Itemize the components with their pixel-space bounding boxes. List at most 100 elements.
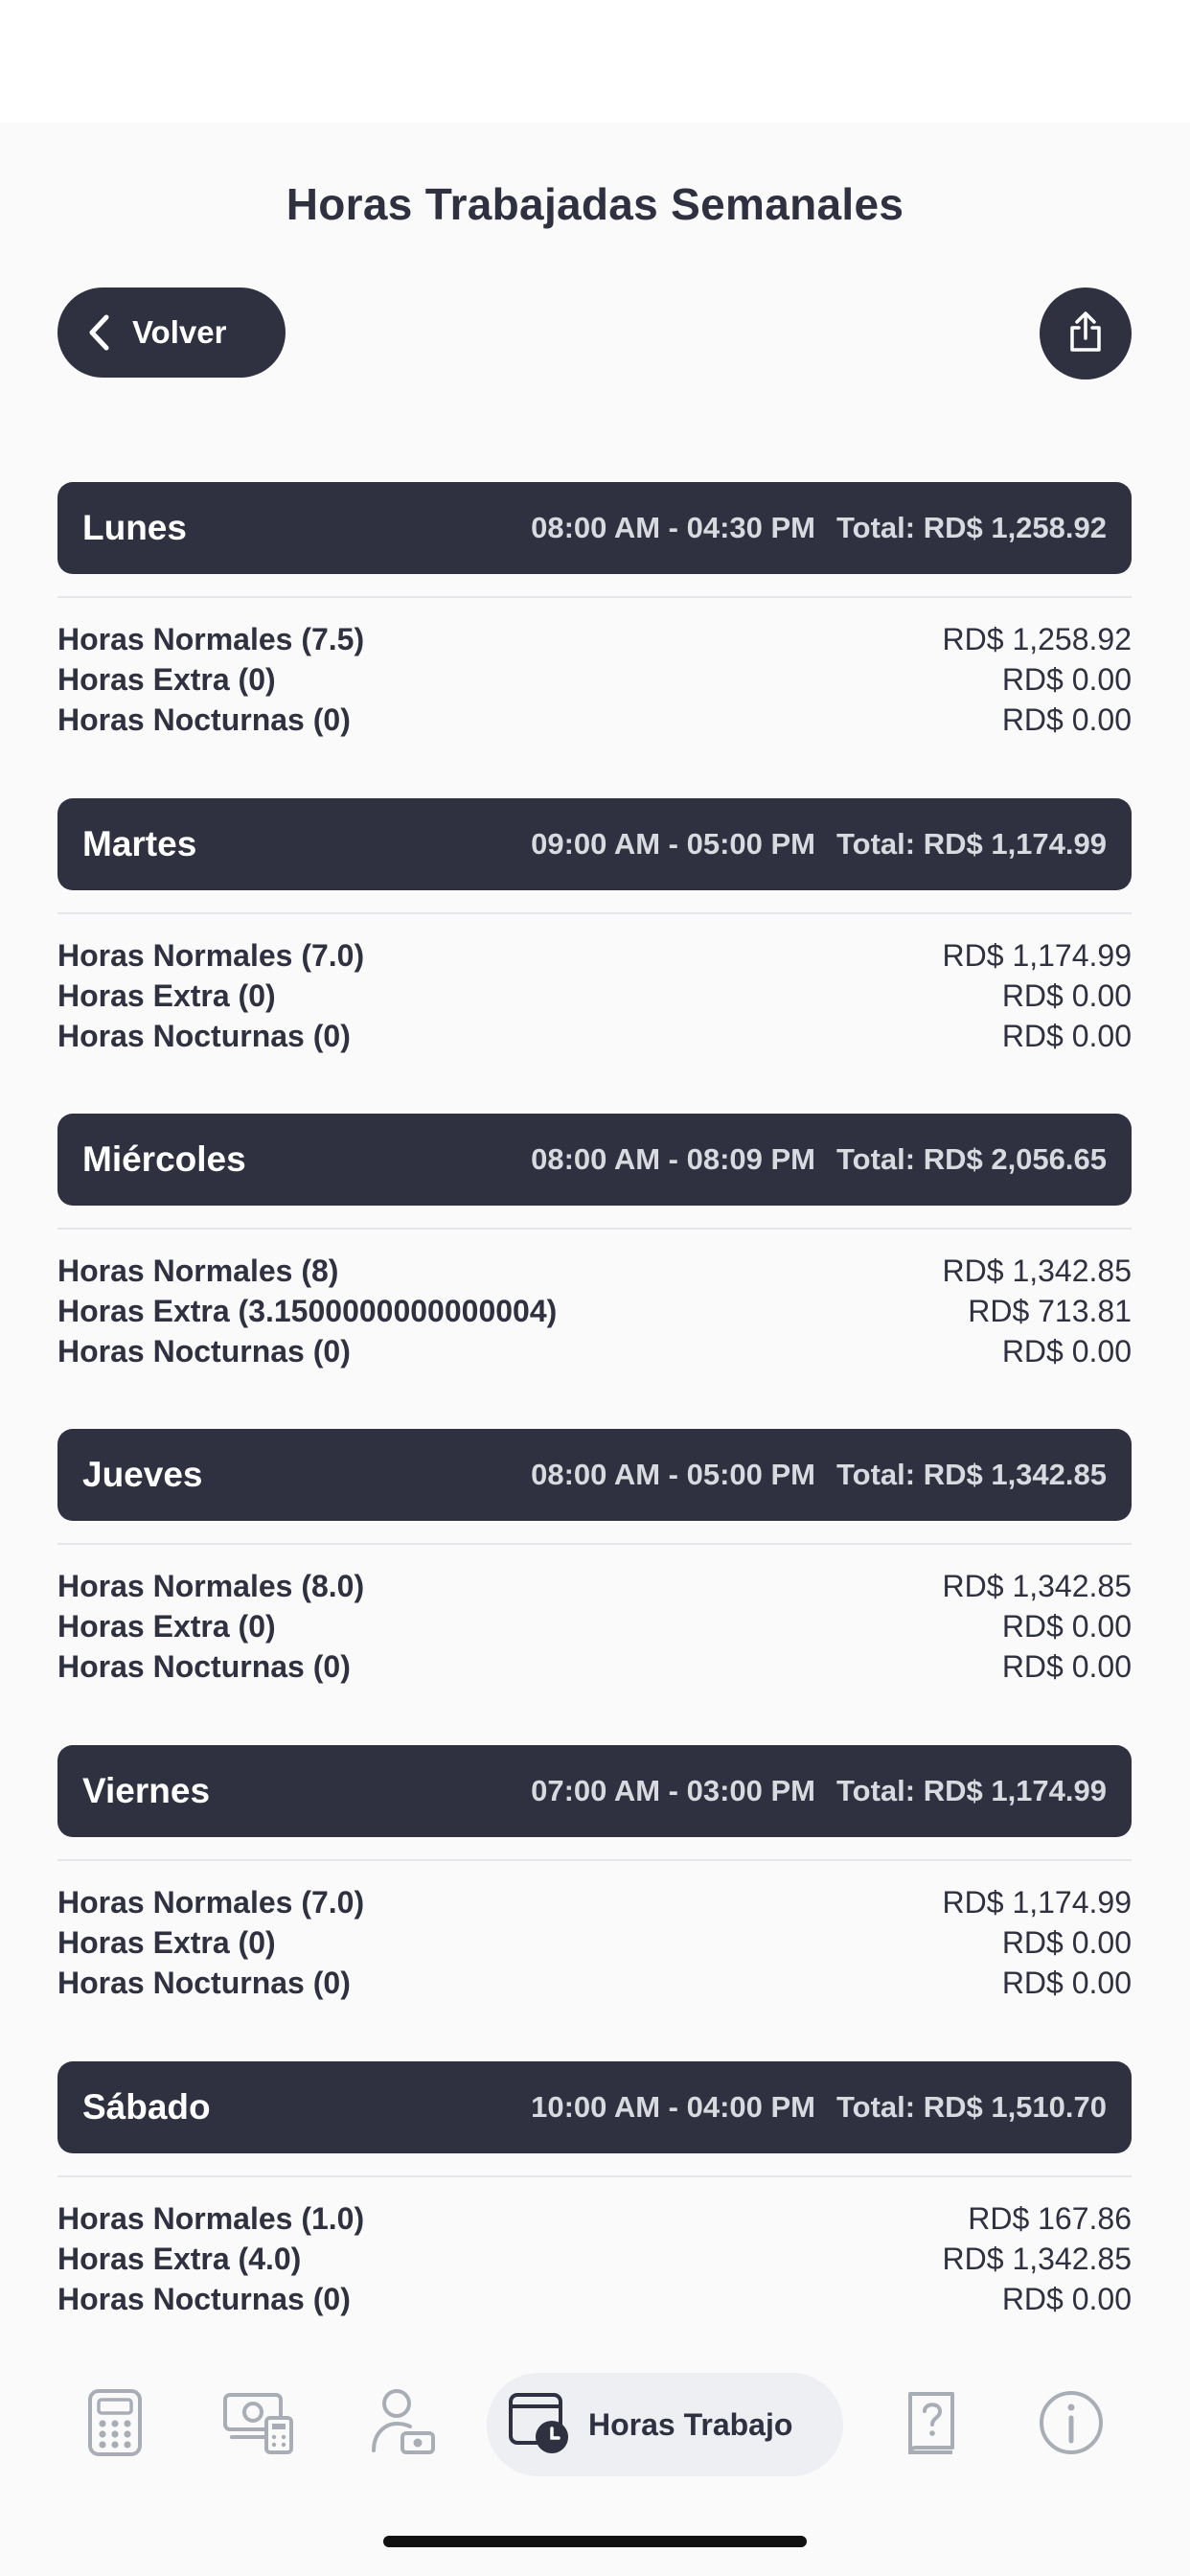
help-book-icon — [903, 2388, 960, 2462]
list-item: Horas Extra (0) RD$ 0.00 — [57, 659, 1132, 700]
divider — [57, 2175, 1132, 2177]
list-item: Horas Extra (0) RD$ 0.00 — [57, 1606, 1132, 1646]
share-button[interactable] — [1040, 288, 1132, 380]
list-item: Horas Normales (7.0) RD$ 1,174.99 — [57, 935, 1132, 976]
line-amount: RD$ 1,342.85 — [942, 1568, 1132, 1603]
list-item: Horas Extra (0) RD$ 0.00 — [57, 1922, 1132, 1963]
page-title: Horas Trabajadas Semanales — [286, 179, 904, 229]
divider — [57, 1543, 1132, 1545]
day-hours: 09:00 AM - 05:00 PM — [531, 827, 816, 861]
line-label: Horas Extra (0) — [57, 978, 276, 1013]
list-item: Horas Normales (7.5) RD$ 1,258.92 — [57, 619, 1132, 659]
line-amount: RD$ 1,342.85 — [942, 2241, 1132, 2276]
day-header-viernes: Viernes 07:00 AM - 03:00 PM Total: RD$ 1… — [57, 1745, 1132, 1837]
line-amount: RD$ 0.00 — [1001, 2281, 1132, 2316]
day-header-sabado: Sábado 10:00 AM - 04:00 PM Total: RD$ 1,… — [57, 2061, 1132, 2153]
nav-horas-trabajo[interactable]: Horas Trabajo — [487, 2373, 843, 2476]
line-label: Horas Normales (8) — [57, 1253, 339, 1288]
day-header-martes: Martes 09:00 AM - 05:00 PM Total: RD$ 1,… — [57, 798, 1132, 890]
line-label: Horas Nocturnas (0) — [57, 1333, 351, 1368]
divider — [57, 1228, 1132, 1230]
list-item: Horas Nocturnas (0) RD$ 0.00 — [57, 1016, 1132, 1056]
line-label: Horas Normales (7.0) — [57, 1884, 365, 1920]
day-total: Total: RD$ 1,342.85 — [836, 1458, 1107, 1491]
list-item: Horas Extra (0) RD$ 0.00 — [57, 976, 1132, 1016]
line-amount: RD$ 1,174.99 — [942, 1884, 1132, 1920]
day-header-miercoles: Miércoles 08:00 AM - 08:09 PM Total: RD$… — [57, 1114, 1132, 1206]
line-amount: RD$ 0.00 — [1001, 702, 1132, 737]
nav-info[interactable] — [1033, 2386, 1110, 2463]
day-name: Viernes — [82, 1771, 211, 1810]
user-pay-icon — [368, 2387, 437, 2463]
list-item: Horas Normales (7.0) RD$ 1,174.99 — [57, 1882, 1132, 1922]
line-amount: RD$ 0.00 — [1001, 1018, 1132, 1053]
divider — [57, 912, 1132, 914]
line-label: Horas Extra (0) — [57, 1608, 276, 1644]
calendar-clock-icon — [508, 2389, 571, 2461]
day-hours: 08:00 AM - 04:30 PM — [531, 511, 816, 544]
nav-money[interactable] — [220, 2386, 297, 2463]
status-bar-area — [0, 0, 1190, 123]
back-button[interactable]: Volver — [57, 288, 286, 378]
day-name: Miércoles — [82, 1139, 246, 1179]
line-amount: RD$ 1,258.92 — [942, 621, 1132, 656]
list-item: Horas Normales (8) RD$ 1,342.85 — [57, 1251, 1132, 1291]
divider — [57, 596, 1132, 598]
nav-active-label: Horas Trabajo — [588, 2406, 793, 2442]
day-name: Martes — [82, 824, 197, 863]
line-label: Horas Nocturnas (0) — [57, 1648, 351, 1684]
day-total: Total: RD$ 1,174.99 — [836, 827, 1107, 861]
divider — [57, 1859, 1132, 1861]
line-amount: RD$ 167.86 — [968, 2200, 1132, 2236]
money-icon — [222, 2389, 295, 2461]
day-name: Lunes — [82, 508, 187, 547]
line-label: Horas Extra (0) — [57, 661, 276, 697]
line-label: Horas Nocturnas (0) — [57, 702, 351, 737]
list-item: Horas Nocturnas (0) RD$ 0.00 — [57, 1331, 1132, 1371]
line-label: Horas Extra (4.0) — [57, 2241, 302, 2276]
line-amount: RD$ 0.00 — [1001, 661, 1132, 697]
line-label: Horas Extra (0) — [57, 1924, 276, 1960]
list-item: Horas Nocturnas (0) RD$ 0.00 — [57, 2279, 1132, 2319]
day-total: Total: RD$ 1,258.92 — [836, 511, 1107, 544]
share-icon — [1066, 310, 1105, 358]
line-label: Horas Nocturnas (0) — [57, 2281, 351, 2316]
line-amount: RD$ 0.00 — [1001, 978, 1132, 1013]
day-name: Sábado — [82, 2087, 211, 2127]
line-amount: RD$ 1,174.99 — [942, 937, 1132, 973]
line-label: Horas Normales (7.5) — [57, 621, 365, 656]
day-hours: 08:00 AM - 08:09 PM — [531, 1142, 816, 1176]
calculator-icon — [86, 2388, 144, 2462]
line-amount: RD$ 0.00 — [1001, 1608, 1132, 1644]
day-total: Total: RD$ 1,510.70 — [836, 2090, 1107, 2124]
nav-calculator[interactable] — [77, 2386, 153, 2463]
line-label: Horas Extra (3.1500000000000004) — [57, 1293, 558, 1328]
line-label: Horas Nocturnas (0) — [57, 1018, 351, 1053]
list-item: Horas Normales (8.0) RD$ 1,342.85 — [57, 1566, 1132, 1606]
list-item: Horas Nocturnas (0) RD$ 0.00 — [57, 1963, 1132, 2003]
day-header-jueves: Jueves 08:00 AM - 05:00 PM Total: RD$ 1,… — [57, 1429, 1132, 1521]
list-item: Horas Normales (1.0) RD$ 167.86 — [57, 2198, 1132, 2239]
line-label: Horas Normales (1.0) — [57, 2200, 365, 2236]
day-total: Total: RD$ 2,056.65 — [836, 1142, 1107, 1176]
day-hours: 07:00 AM - 03:00 PM — [531, 1774, 816, 1807]
info-icon — [1038, 2389, 1105, 2461]
line-amount: RD$ 713.81 — [968, 1293, 1132, 1328]
line-label: Horas Normales (8.0) — [57, 1568, 365, 1603]
nav-help[interactable] — [893, 2386, 970, 2463]
line-amount: RD$ 0.00 — [1001, 1965, 1132, 2000]
list-item: Horas Nocturnas (0) RD$ 0.00 — [57, 700, 1132, 740]
list-item: Horas Extra (4.0) RD$ 1,342.85 — [57, 2239, 1132, 2279]
day-total: Total: RD$ 1,174.99 — [836, 1774, 1107, 1807]
home-indicator — [383, 2536, 807, 2547]
day-name: Jueves — [82, 1455, 203, 1494]
list-item: Horas Extra (3.1500000000000004) RD$ 713.… — [57, 1291, 1132, 1331]
back-button-label: Volver — [132, 314, 227, 350]
list-item: Horas Nocturnas (0) RD$ 0.00 — [57, 1646, 1132, 1687]
chevron-left-icon — [79, 311, 121, 354]
line-amount: RD$ 0.00 — [1001, 1648, 1132, 1684]
day-hours: 08:00 AM - 05:00 PM — [531, 1458, 816, 1491]
day-hours: 10:00 AM - 04:00 PM — [531, 2090, 816, 2124]
line-amount: RD$ 0.00 — [1001, 1924, 1132, 1960]
nav-user-pay[interactable] — [364, 2386, 441, 2463]
